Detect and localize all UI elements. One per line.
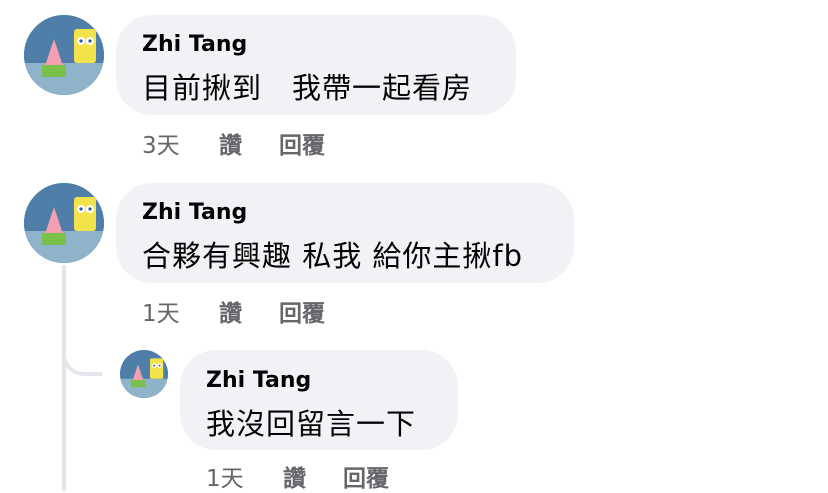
avatar-image: [24, 183, 104, 263]
like-button[interactable]: 讚: [219, 294, 242, 328]
comment-text: 合夥有興趣 私我 給你主揪fb: [142, 239, 524, 273]
comment-time[interactable]: 1天: [206, 466, 244, 492]
like-button[interactable]: 讚: [283, 459, 306, 493]
comment-meta: 1天 讚 回覆: [206, 459, 389, 493]
reply-button[interactable]: 回覆: [279, 294, 325, 328]
avatar[interactable]: [24, 15, 104, 95]
comment-time[interactable]: 1天: [142, 301, 180, 327]
comment-author[interactable]: Zhi Tang: [142, 200, 247, 225]
reply-button[interactable]: 回覆: [279, 126, 325, 160]
avatar-image: [24, 15, 104, 95]
comment-time[interactable]: 3天: [142, 133, 180, 159]
comment-author[interactable]: Zhi Tang: [206, 368, 311, 393]
avatar[interactable]: [24, 183, 104, 263]
comment-meta: 3天 讚 回覆: [142, 126, 325, 160]
comment-meta: 1天 讚 回覆: [142, 294, 325, 328]
avatar[interactable]: [120, 350, 168, 398]
reply-connector: [62, 330, 102, 376]
comment-author[interactable]: Zhi Tang: [142, 32, 247, 57]
reply-button[interactable]: 回覆: [343, 459, 389, 493]
like-button[interactable]: 讚: [219, 126, 242, 160]
thread-line: [62, 265, 66, 491]
comment-text: 我沒回留言一下: [206, 407, 417, 441]
avatar-image: [120, 350, 168, 398]
comment-text: 目前揪到 我帶一起看房: [142, 71, 473, 105]
